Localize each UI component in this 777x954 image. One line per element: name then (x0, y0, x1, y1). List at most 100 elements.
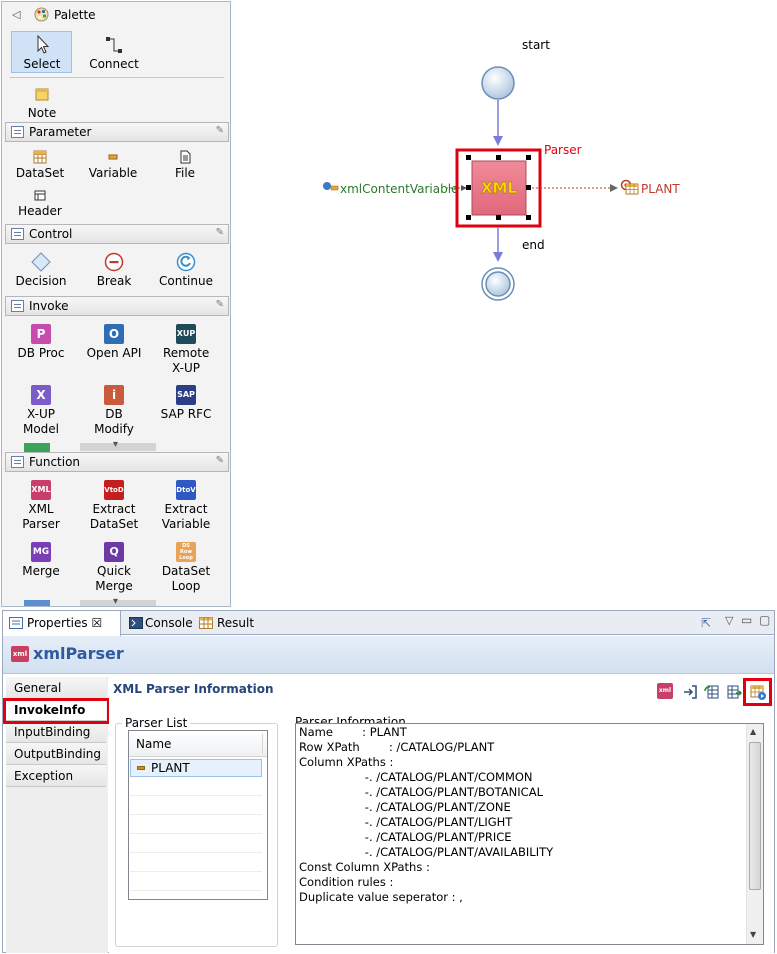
decision-tool[interactable]: Decision (10, 252, 72, 289)
dataset-loop-tool[interactable]: DS Row Loop DataSet Loop (154, 542, 218, 594)
merge-tool[interactable]: MG Merge (10, 542, 72, 579)
sap-rfc-tool[interactable]: SAP SAP RFC (154, 385, 218, 422)
open-api-tool[interactable]: O Open API (82, 324, 146, 361)
info-line: -. /CATALOG/PLANT/COMMON (299, 770, 533, 784)
input-variable-label: xmlContentVariable (340, 182, 458, 196)
section-title: XML Parser Information (113, 682, 274, 696)
break-tool[interactable]: Break (84, 252, 144, 289)
invokeinfo-highlight-frame (3, 698, 110, 724)
input-variable-node[interactable] (323, 182, 339, 191)
xml-parser-tool[interactable]: XML XML Parser (10, 480, 72, 532)
scroll-down-icon[interactable]: ▼ (750, 930, 756, 939)
control-section-header[interactable]: Control ✎ (5, 224, 229, 244)
console-icon (129, 617, 143, 629)
pin-icon[interactable]: ✎ (216, 455, 224, 466)
name-column-header[interactable]: Name (129, 731, 267, 757)
db-proc-label: DB Proc (17, 346, 65, 360)
dataset-tool[interactable]: DataSet (10, 148, 70, 181)
end-node-inner (485, 271, 511, 297)
extract-variable-tool[interactable]: DtoV Extract Variable (154, 480, 218, 532)
function-section-header[interactable]: Function ✎ (5, 452, 229, 472)
side-tab-exception[interactable]: Exception (6, 765, 106, 787)
parser-name-cell: PLANT (151, 761, 190, 775)
connect-tool[interactable]: Connect (86, 35, 142, 72)
db-proc-tool[interactable]: P DB Proc (10, 324, 72, 361)
sap-rfc-icon: SAP (176, 385, 196, 405)
select-tool-label: Select (23, 57, 61, 71)
start-node[interactable] (481, 66, 515, 100)
empty-row (130, 854, 262, 872)
info-line: -. /CATALOG/PLANT/PRICE (299, 830, 512, 844)
parser-information-text[interactable]: Name : PLANT Row XPath : /CATALOG/PLANT … (295, 723, 764, 945)
quick-merge-tool[interactable]: Q Quick Merge (82, 542, 146, 594)
connect-icon (106, 37, 122, 53)
properties-icon (9, 617, 23, 629)
xml-toolbar-icon[interactable]: xml (657, 683, 675, 701)
extract-dataset-tool[interactable]: VtoD Extract DataSet (82, 480, 146, 532)
invoke-section-header[interactable]: Invoke ✎ (5, 296, 229, 316)
file-icon (180, 150, 191, 164)
edge-arrowhead (493, 252, 503, 262)
empty-row (130, 797, 262, 815)
empty-row (130, 873, 262, 891)
drawer-icon (11, 126, 24, 138)
info-line: Name : PLANT (299, 725, 407, 739)
tab-console[interactable]: Console (125, 611, 193, 635)
header-tool[interactable]: Header (10, 186, 70, 219)
file-tool[interactable]: File (160, 148, 210, 181)
maximize-icon[interactable]: ▢ (759, 613, 770, 627)
output-dataset-node[interactable] (620, 179, 639, 195)
drawer-icon (11, 228, 24, 240)
side-tab-inputbinding[interactable]: InputBinding (6, 721, 106, 743)
quick-merge-label: Quick Merge (95, 564, 133, 593)
pin-icon[interactable]: ✎ (216, 299, 224, 310)
xup-model-tool[interactable]: X X-UP Model (10, 385, 72, 437)
parameter-section-title: Parameter (29, 125, 92, 139)
parameter-section-header[interactable]: Parameter ✎ (5, 122, 229, 142)
remote-xup-tool[interactable]: XUP Remote X-UP (154, 324, 218, 376)
file-label: File (174, 166, 196, 180)
select-tool[interactable]: Select (14, 35, 70, 72)
info-scrollbar[interactable]: ▲ ▼ (746, 724, 763, 944)
pin-view-icon[interactable]: ⇱ (701, 616, 711, 630)
xml-node-icon: XML (481, 179, 517, 197)
variable-label: Variable (88, 166, 138, 180)
variable-icon (137, 766, 145, 770)
info-line: -. /CATALOG/PLANT/BOTANICAL (299, 785, 543, 799)
drawer-icon (11, 300, 24, 312)
scrollbar-thumb[interactable] (749, 742, 761, 890)
info-line: Condition rules : (299, 875, 394, 889)
pin-icon[interactable]: ✎ (216, 125, 224, 136)
invoke-scroll-down[interactable] (80, 439, 156, 451)
side-tab-general[interactable]: General (6, 677, 106, 699)
tab-properties[interactable]: Properties ☒ (3, 611, 121, 636)
xml-parser-label: XML Parser (22, 502, 60, 531)
output-dataset-label: PLANT (641, 182, 680, 196)
db-modify-tool[interactable]: i DB Modify (82, 385, 146, 437)
tab-console-label: Console (145, 616, 193, 630)
export-grid-icon[interactable] (725, 683, 743, 701)
collapse-arrow-icon[interactable]: ◁ (12, 8, 20, 21)
edge-arrowhead (493, 136, 503, 146)
refresh-grid-icon[interactable] (703, 683, 721, 701)
scroll-up-icon[interactable]: ▲ (750, 727, 756, 736)
note-tool[interactable]: Note (14, 84, 70, 121)
note-icon (35, 88, 49, 101)
control-section-title: Control (29, 227, 73, 241)
import-icon[interactable] (681, 683, 699, 701)
xml-parser-object-icon: xml (11, 646, 29, 662)
diagram-canvas[interactable]: start Parser xmlContentVariable XML PLAN… (232, 0, 777, 607)
continue-tool[interactable]: Continue (156, 252, 216, 289)
table-row[interactable]: PLANT (130, 759, 262, 777)
view-menu-icon[interactable]: ▽ (725, 614, 733, 627)
function-scroll-down[interactable] (80, 596, 156, 606)
minimize-icon[interactable]: ▭ (741, 613, 752, 627)
variable-tool[interactable]: Variable (82, 148, 144, 181)
tab-result-parameterset[interactable]: Result ParameterSet (195, 611, 327, 654)
dataset-icon (33, 150, 47, 164)
parser-list-table[interactable]: Name PLANT (128, 730, 268, 900)
palette-panel: ◁ Palette Select Connect Note Parameter … (1, 1, 231, 607)
pin-icon[interactable]: ✎ (216, 227, 224, 238)
side-tab-outputbinding[interactable]: OutputBinding (6, 743, 106, 765)
open-api-icon: O (104, 324, 124, 344)
